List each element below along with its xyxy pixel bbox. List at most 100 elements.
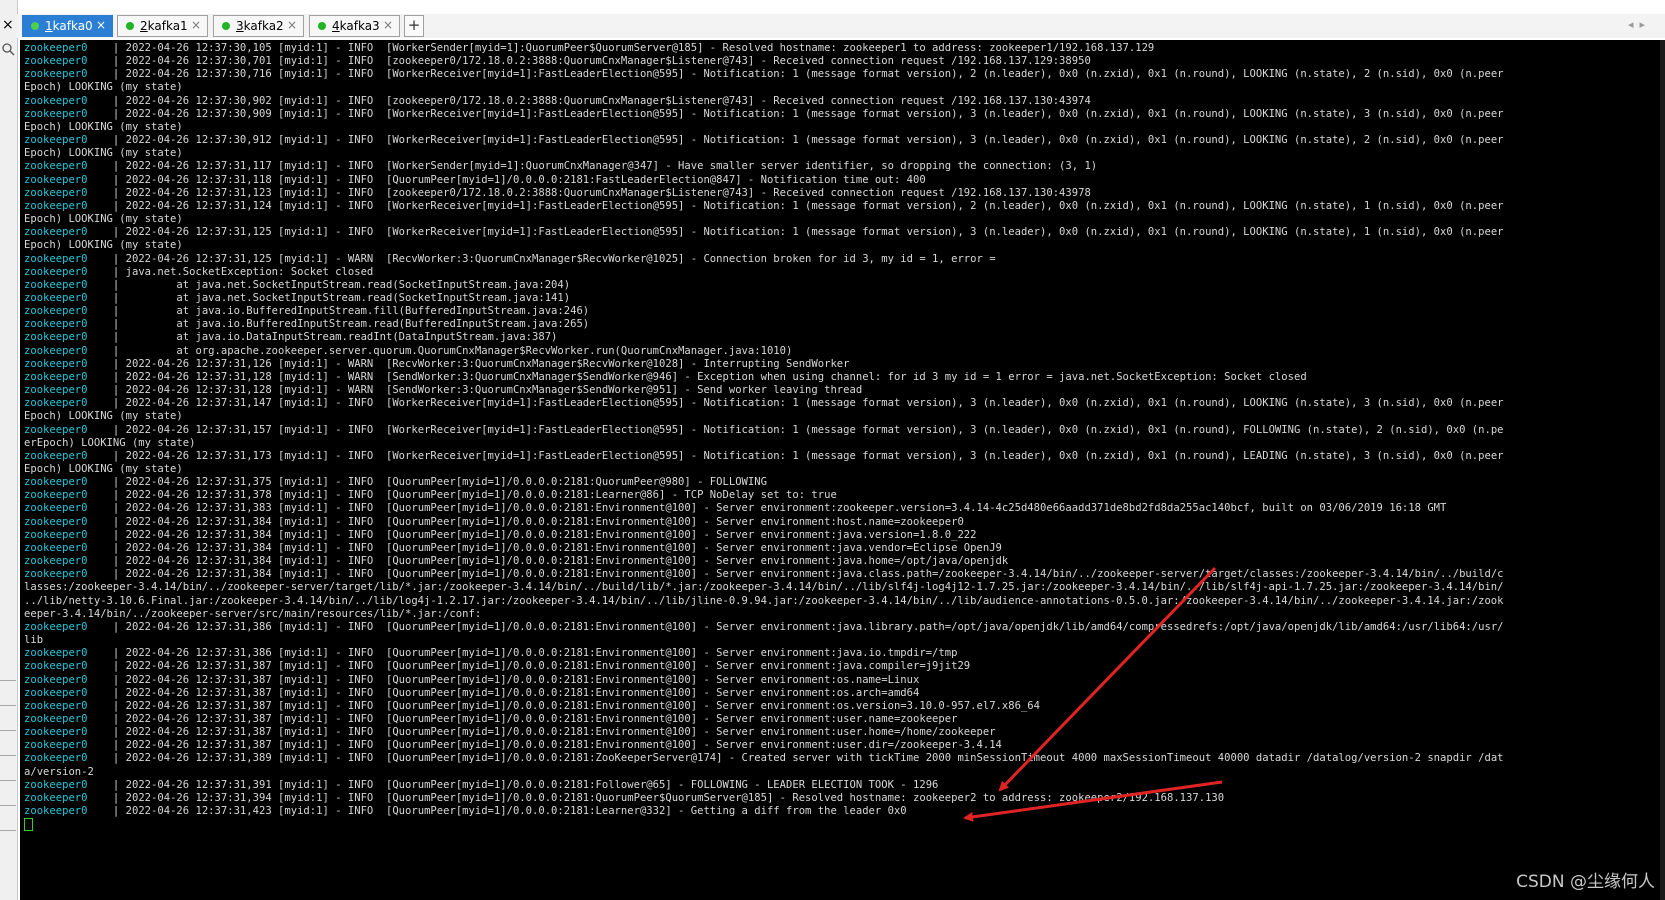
tab-kafka3[interactable]: 4 kafka3 ×: [309, 15, 400, 37]
log-message: 2022-04-26 12:37:31,124 [myid:1] - INFO …: [125, 199, 1504, 212]
add-tab-button[interactable]: +: [404, 15, 424, 37]
terminal-line: zookeeper0 | 2022-04-26 12:37:31,387 [my…: [24, 660, 970, 672]
separator: |: [112, 739, 120, 752]
terminal-line: zookeeper0 | 2022-04-26 12:37:31,389 [my…: [24, 752, 1504, 764]
container-tag: zookeeper0: [24, 568, 88, 581]
panel-divider: [0, 755, 16, 756]
terminal-line: zookeeper0 | at java.net.SocketInputStre…: [24, 292, 570, 304]
terminal-line: zookeeper0 | 2022-04-26 12:37:31,118 [my…: [24, 174, 926, 186]
separator: |: [112, 397, 120, 410]
tab-number: 3: [236, 19, 244, 33]
tab-label: kafka1: [147, 19, 188, 33]
log-message: 2022-04-26 12:37:31,128 [myid:1] - WARN …: [125, 384, 863, 397]
log-message: 2022-04-26 12:37:31,125 [myid:1] - INFO …: [125, 226, 1504, 239]
panel-divider: [0, 805, 16, 806]
log-message: Epoch) LOOKING (my state): [24, 410, 183, 423]
log-message: Epoch) LOOKING (my state): [24, 213, 183, 226]
tab-kafka2[interactable]: 3 kafka2 ×: [213, 15, 304, 37]
terminal-scrollbar[interactable]: [1660, 40, 1665, 900]
log-message: 2022-04-26 12:37:31,157 [myid:1] - INFO …: [125, 423, 1504, 436]
container-tag: zookeeper0: [24, 502, 88, 515]
terminal-line: zookeeper0 | 2022-04-26 12:37:31,384 [my…: [24, 516, 964, 528]
terminal-line: erEpoch) LOOKING (my state): [24, 437, 195, 449]
container-tag: zookeeper0: [24, 107, 88, 120]
log-message: 2022-04-26 12:37:31,384 [myid:1] - INFO …: [125, 515, 964, 528]
terminal-line: zookeeper0 | 2022-04-26 12:37:30,105 [my…: [24, 42, 1154, 54]
container-tag: zookeeper0: [24, 173, 88, 186]
terminal-line: zookeeper0 | 2022-04-26 12:37:31,391 [my…: [24, 779, 938, 791]
container-tag: zookeeper0: [24, 305, 88, 318]
terminal-line: Epoch) LOOKING (my state): [24, 121, 183, 133]
separator: |: [112, 344, 120, 357]
container-tag: zookeeper0: [24, 331, 88, 344]
log-message: at java.net.SocketInputStream.read(Socke…: [125, 278, 571, 291]
log-message: 2022-04-26 12:37:31,173 [myid:1] - INFO …: [125, 449, 1504, 462]
terminal-line: zookeeper0 | 2022-04-26 12:37:31,384 [my…: [24, 568, 1504, 580]
log-message: lib: [24, 634, 44, 647]
terminal-line: zookeeper0 | 2022-04-26 12:37:31,128 [my…: [24, 384, 862, 396]
container-tag: zookeeper0: [24, 318, 88, 331]
separator: |: [112, 160, 120, 173]
scroll-left-icon[interactable]: ◂: [1628, 18, 1640, 31]
terminal-output[interactable]: zookeeper0 | 2022-04-26 12:37:30,105 [my…: [20, 40, 1663, 900]
log-message: ../lib/netty-3.10.6.Final.jar:/zookeeper…: [24, 594, 1504, 607]
separator: |: [112, 528, 120, 541]
log-message: 2022-04-26 12:37:31,384 [myid:1] - INFO …: [125, 541, 1002, 554]
watermark: CSDN @尘缘何人: [1516, 872, 1655, 892]
container-tag: zookeeper0: [24, 397, 88, 410]
panel-divider: [0, 705, 16, 706]
terminal-line: zookeeper0 | 2022-04-26 12:37:31,383 [my…: [24, 502, 1446, 514]
container-tag: zookeeper0: [24, 673, 88, 686]
log-message: 2022-04-26 12:37:31,387 [myid:1] - INFO …: [125, 660, 971, 673]
log-message: erEpoch) LOOKING (my state): [24, 436, 196, 449]
tab-kafka1[interactable]: 2 kafka1 ×: [117, 15, 208, 37]
tab-close-icon[interactable]: ×: [287, 18, 297, 32]
terminal-line: zookeeper0 | at java.net.SocketInputStre…: [24, 279, 570, 291]
terminal-line: zookeeper0 | 2022-04-26 12:37:30,912 [my…: [24, 134, 1504, 146]
log-message: 2022-04-26 12:37:31,386 [myid:1] - INFO …: [125, 647, 958, 660]
search-icon[interactable]: [1, 42, 15, 56]
separator: |: [112, 805, 120, 818]
tab-close-icon[interactable]: ×: [191, 18, 201, 32]
panel-divider: [0, 680, 16, 681]
separator: |: [112, 107, 120, 120]
log-message: 2022-04-26 12:37:31,387 [myid:1] - INFO …: [125, 686, 920, 699]
tab-scroll-arrows[interactable]: ◂▸: [1628, 18, 1651, 31]
session-status-icon: [31, 22, 39, 30]
close-panel-icon[interactable]: ×: [2, 17, 14, 33]
log-message: 2022-04-26 12:37:31,387 [myid:1] - INFO …: [125, 673, 920, 686]
container-tag: zookeeper0: [24, 528, 88, 541]
separator: |: [112, 68, 120, 81]
separator: |: [112, 489, 120, 502]
scroll-right-icon[interactable]: ▸: [1639, 18, 1651, 31]
tab-close-icon[interactable]: ×: [96, 18, 106, 32]
container-tag: zookeeper0: [24, 344, 88, 357]
session-status-icon: [126, 22, 134, 30]
panel-divider: [0, 780, 16, 781]
container-tag: zookeeper0: [24, 739, 88, 752]
separator: |: [112, 660, 120, 673]
container-tag: zookeeper0: [24, 134, 88, 147]
terminal-line: zookeeper0 | 2022-04-26 12:37:31,378 [my…: [24, 489, 837, 501]
log-message: 2022-04-26 12:37:30,105 [myid:1] - INFO …: [125, 42, 1155, 54]
terminal-line: zookeeper0 | at java.io.BufferedInputStr…: [24, 305, 589, 317]
container-tag: zookeeper0: [24, 476, 88, 489]
log-message: 2022-04-26 12:37:31,384 [myid:1] - INFO …: [125, 568, 1504, 581]
terminal-line: zookeeper0 | 2022-04-26 12:37:31,157 [my…: [24, 424, 1504, 436]
tab-label: kafka3: [339, 19, 380, 33]
log-message: 2022-04-26 12:37:31,118 [myid:1] - INFO …: [125, 173, 926, 186]
terminal-line: zookeeper0 | 2022-04-26 12:37:31,173 [my…: [24, 450, 1504, 462]
terminal-line: zookeeper0 | 2022-04-26 12:37:30,909 [my…: [24, 108, 1504, 120]
terminal-line: zookeeper0 | 2022-04-26 12:37:31,125 [my…: [24, 253, 996, 265]
tab-kafka0[interactable]: 1 kafka0 ×: [22, 15, 113, 37]
container-tag: zookeeper0: [24, 541, 88, 554]
separator: |: [112, 423, 120, 436]
terminal-line: a/version-2: [24, 766, 94, 778]
terminal-line: zookeeper0 | 2022-04-26 12:37:31,384 [my…: [24, 542, 1002, 554]
log-message: 2022-04-26 12:37:31,147 [myid:1] - INFO …: [125, 397, 1504, 410]
log-message: at java.io.BufferedInputStream.fill(Buff…: [125, 305, 590, 318]
separator: |: [112, 186, 120, 199]
log-message: 2022-04-26 12:37:30,902 [myid:1] - INFO …: [125, 94, 1091, 107]
tab-close-icon[interactable]: ×: [383, 18, 393, 32]
separator: |: [112, 318, 120, 331]
